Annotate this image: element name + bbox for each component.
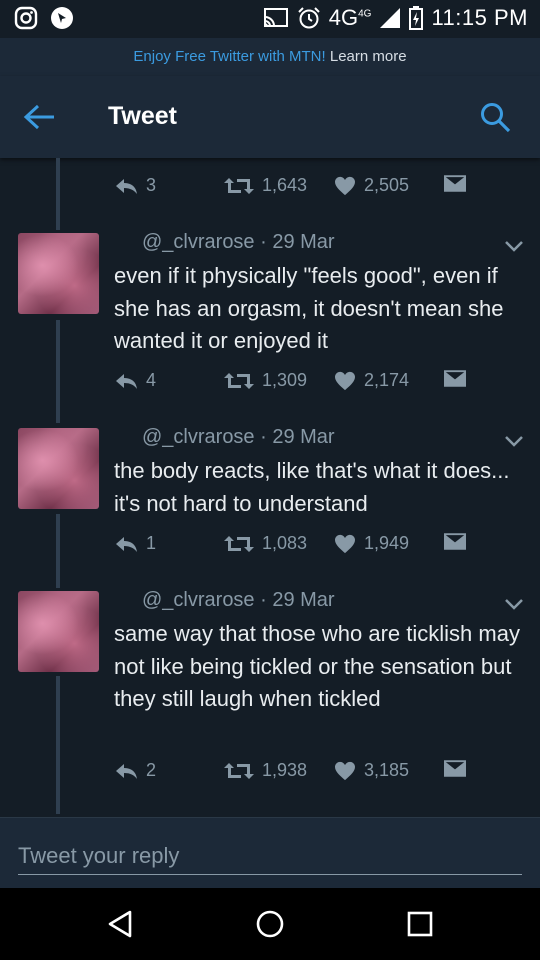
heart-icon (334, 761, 356, 781)
reply-composer (0, 817, 540, 889)
reply-button[interactable]: 3 (114, 175, 156, 196)
learn-more-link[interactable]: Learn more (330, 48, 407, 65)
avatar[interactable] (18, 428, 99, 509)
reply-count: 2 (146, 760, 157, 780)
avatar[interactable] (18, 591, 99, 672)
like-count: 2,174 (364, 370, 410, 390)
dm-button[interactable] (444, 533, 466, 550)
system-nav-bar (0, 888, 540, 960)
thread-line (56, 514, 60, 588)
promo-banner[interactable]: Enjoy Free Twitter with MTN! Learn more (0, 38, 540, 76)
retweet-count: 1,643 (262, 175, 308, 195)
reply-icon (114, 761, 138, 781)
reply-count: 3 (146, 175, 157, 195)
page-title: Tweet (108, 102, 177, 130)
retweet-icon (224, 761, 254, 781)
reply-input[interactable] (18, 838, 522, 875)
retweet-button[interactable]: 1,938 (224, 760, 307, 781)
like-button[interactable]: 2,505 (334, 175, 409, 196)
tweet-handle[interactable]: @_clvrarose · 29 Mar (142, 426, 335, 449)
search-icon[interactable] (478, 100, 512, 134)
app-bar: Tweet (0, 76, 540, 158)
network-type: 4G4G (328, 5, 372, 30)
avatar[interactable] (18, 233, 99, 314)
reply-count: 4 (146, 370, 157, 390)
chevron-down-icon[interactable] (504, 597, 524, 611)
retweet-icon (224, 371, 254, 391)
like-button[interactable]: 2,174 (334, 370, 409, 391)
arrow-left-icon[interactable] (22, 102, 56, 132)
back-triangle-icon[interactable] (104, 908, 136, 940)
retweet-button[interactable]: 1,309 (224, 370, 307, 391)
envelope-icon (444, 370, 466, 387)
like-count: 1,949 (364, 533, 410, 553)
reply-button[interactable]: 2 (114, 760, 156, 781)
status-bar: 4G4G 11:15 PM (0, 0, 540, 38)
clock: 11:15 PM (431, 5, 528, 30)
reply-button[interactable]: 4 (114, 370, 156, 391)
reply-icon (114, 534, 138, 554)
like-button[interactable]: 3,185 (334, 760, 409, 781)
tweet-text: even if it physically "feels good", even… (114, 263, 504, 353)
heart-icon (334, 534, 356, 554)
reply-icon (114, 371, 138, 391)
dm-button[interactable] (444, 175, 466, 192)
chevron-down-icon[interactable] (504, 239, 524, 253)
signal-icon (380, 8, 401, 28)
tweet-handle[interactable]: @_clvrarose · 29 Mar (142, 231, 335, 254)
chevron-down-icon[interactable] (504, 434, 524, 448)
thread-line (56, 676, 60, 814)
dm-button[interactable] (444, 760, 466, 777)
tweet-text: same way that those who are ticklish may… (114, 621, 520, 711)
heart-icon (334, 176, 356, 196)
tweet-text: the body reacts, like that's what it doe… (114, 458, 510, 516)
like-count: 3,185 (364, 760, 410, 780)
network-sup: 4G (358, 8, 372, 20)
like-button[interactable]: 1,949 (334, 533, 409, 554)
thread-line (56, 320, 60, 423)
battery-icon (409, 6, 424, 30)
retweet-count: 1,083 (262, 533, 308, 553)
cast-icon (263, 8, 288, 27)
retweet-count: 1,938 (262, 760, 308, 780)
reply-icon (114, 176, 138, 196)
retweet-button[interactable]: 1,083 (224, 533, 307, 554)
tweet-handle[interactable]: @_clvrarose · 29 Mar (142, 589, 335, 612)
promo-text: Enjoy Free Twitter with MTN! (133, 48, 326, 65)
instagram-icon (14, 6, 38, 30)
notification-app-icon (51, 7, 73, 29)
dm-button[interactable] (444, 370, 466, 387)
retweet-button[interactable]: 1,643 (224, 175, 307, 196)
envelope-icon (444, 533, 466, 550)
retweet-icon (224, 176, 254, 196)
heart-icon (334, 371, 356, 391)
alarm-icon (298, 7, 320, 29)
thread-line (56, 158, 60, 230)
envelope-icon (444, 760, 466, 777)
envelope-icon (444, 175, 466, 192)
like-count: 2,505 (364, 175, 410, 195)
home-circle-icon[interactable] (254, 908, 286, 940)
reply-count: 1 (146, 533, 157, 553)
recents-square-icon[interactable] (404, 908, 436, 940)
retweet-icon (224, 534, 254, 554)
retweet-count: 1,309 (262, 370, 308, 390)
reply-button[interactable]: 1 (114, 533, 156, 554)
